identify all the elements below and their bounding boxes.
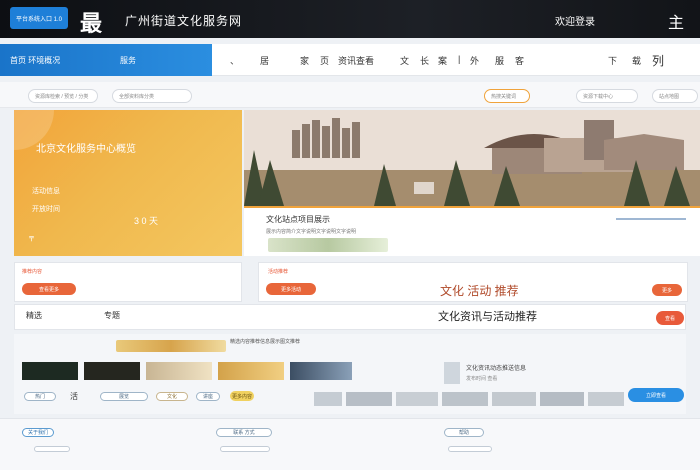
- recommend-panel: [14, 262, 242, 302]
- hero-counter: 3 0 天: [134, 216, 159, 226]
- site-map-link[interactable]: 站点地图: [652, 89, 698, 103]
- photo-strip[interactable]: [396, 392, 438, 406]
- feature-tab-b[interactable]: 专题: [104, 310, 120, 321]
- brand-button[interactable]: 平台系统入口 1.0: [10, 7, 68, 29]
- footer-slot: [448, 446, 492, 452]
- hero-link-hours[interactable]: 开放时间: [32, 204, 60, 214]
- tag-chip-highlight[interactable]: 更多内容: [230, 391, 254, 401]
- nav-item[interactable]: 列: [652, 52, 664, 69]
- tag-label: 活: [70, 392, 78, 401]
- hero-card-thumb: [268, 238, 388, 252]
- user-icon[interactable]: 主: [668, 9, 684, 33]
- tag-chip[interactable]: 文化: [156, 392, 188, 401]
- footer-link[interactable]: 关于我们: [22, 428, 54, 437]
- view-now-button[interactable]: 立即查看: [628, 388, 684, 402]
- gallery-thumb[interactable]: [84, 362, 140, 380]
- nav-home-link[interactable]: 首页 环境概况: [10, 55, 60, 66]
- hot-search-box[interactable]: 热搜关键词: [484, 89, 530, 103]
- footer: [0, 418, 700, 470]
- activity-view-button[interactable]: 更多: [652, 284, 682, 296]
- top-header-bar: [0, 0, 700, 38]
- recommend-more-button[interactable]: 查看更多: [22, 283, 76, 295]
- nav-divider: |: [458, 54, 461, 64]
- hero-marker-icon: 〒: [28, 236, 35, 243]
- footer-link[interactable]: 帮助: [444, 428, 484, 437]
- nav-item[interactable]: 下: [608, 54, 617, 67]
- hero-progress-line: [616, 218, 686, 220]
- activity-more-button[interactable]: 更多活动: [266, 283, 316, 295]
- tag-chip[interactable]: 讲座: [196, 392, 220, 401]
- qr-code-icon: [444, 362, 460, 384]
- hero-card-title: 文化站点项目展示: [266, 215, 330, 224]
- photo-strip[interactable]: [492, 392, 536, 406]
- nav-item[interactable]: 案: [438, 54, 447, 67]
- building-illustration: [244, 110, 700, 206]
- activity-label: 活动推荐: [268, 269, 289, 275]
- activity-title: 文化 活动 推荐: [440, 284, 519, 298]
- nav-item[interactable]: 文: [400, 54, 409, 67]
- nav-item[interactable]: 服: [495, 54, 504, 67]
- tag-chip[interactable]: 展览: [100, 392, 148, 401]
- footer-slot: [220, 446, 270, 452]
- recommend-label: 推荐内容: [22, 269, 43, 275]
- nav-primary-section[interactable]: 首页 环境概况 服务: [0, 44, 212, 76]
- hero-link-activity[interactable]: 活动信息: [32, 186, 60, 196]
- photo-strip[interactable]: [442, 392, 488, 406]
- hero-card-accent: [244, 206, 700, 208]
- feature-strip-button[interactable]: 查看: [656, 311, 684, 325]
- download-center-link[interactable]: 资源下载中心: [576, 89, 638, 103]
- news-side-sub: 发布时间 查看: [466, 376, 498, 382]
- photo-strip[interactable]: [314, 392, 342, 406]
- hero-title: 北京文化服务中心概览: [36, 144, 136, 155]
- nav-item[interactable]: 居: [260, 54, 269, 67]
- photo-strip[interactable]: [346, 392, 392, 406]
- tag-chip[interactable]: 热门: [24, 392, 56, 401]
- news-side-text: 文化资讯动态推送信息: [466, 366, 527, 372]
- gallery-caption: 精选内容推荐信息展示图文推荐: [230, 339, 301, 345]
- site-title: 广州街道文化服务网: [125, 14, 243, 28]
- nav-item[interactable]: 外: [470, 54, 479, 67]
- gallery-thumb[interactable]: [290, 362, 352, 380]
- gallery-banner-strip[interactable]: [116, 340, 226, 352]
- feature-tab-a[interactable]: 精选: [26, 310, 42, 321]
- nav-item[interactable]: 页: [320, 54, 329, 67]
- footer-slot: [34, 446, 70, 452]
- nav-item[interactable]: 载: [632, 54, 641, 67]
- brand-logo: 最: [80, 11, 103, 37]
- nav-item[interactable]: 、: [230, 54, 239, 67]
- search-input[interactable]: 资源库检索 / 预览 / 分类: [28, 89, 98, 103]
- nav-service-link[interactable]: 服务: [120, 55, 136, 66]
- hero-card-text: 展示内容简介文字说明文字说明文字说明: [266, 229, 357, 235]
- photo-strip[interactable]: [540, 392, 584, 406]
- nav-item[interactable]: 资讯查看: [338, 54, 374, 67]
- nav-item[interactable]: 客: [515, 54, 524, 67]
- feature-strip-title: 文化资讯与活动推荐: [438, 311, 537, 323]
- login-link[interactable]: 欢迎登录: [555, 13, 595, 28]
- hero-caption-card[interactable]: 文化站点项目展示 展示内容简介文字说明文字说明文字说明: [244, 206, 700, 256]
- nav-item[interactable]: 长: [420, 54, 429, 67]
- category-select[interactable]: 全部资料库分类: [112, 89, 192, 103]
- footer-link[interactable]: 联系 方式: [216, 428, 272, 437]
- gallery-thumb[interactable]: [146, 362, 212, 380]
- nav-item[interactable]: 家: [300, 54, 309, 67]
- hero-banner-image[interactable]: [244, 110, 700, 206]
- hero-feature-panel[interactable]: 北京文化服务中心概览 活动信息 开放时间 3 0 天 〒: [14, 110, 242, 256]
- gallery-thumb[interactable]: [22, 362, 78, 380]
- gallery-thumb[interactable]: [218, 362, 284, 380]
- photo-strip[interactable]: [588, 392, 624, 406]
